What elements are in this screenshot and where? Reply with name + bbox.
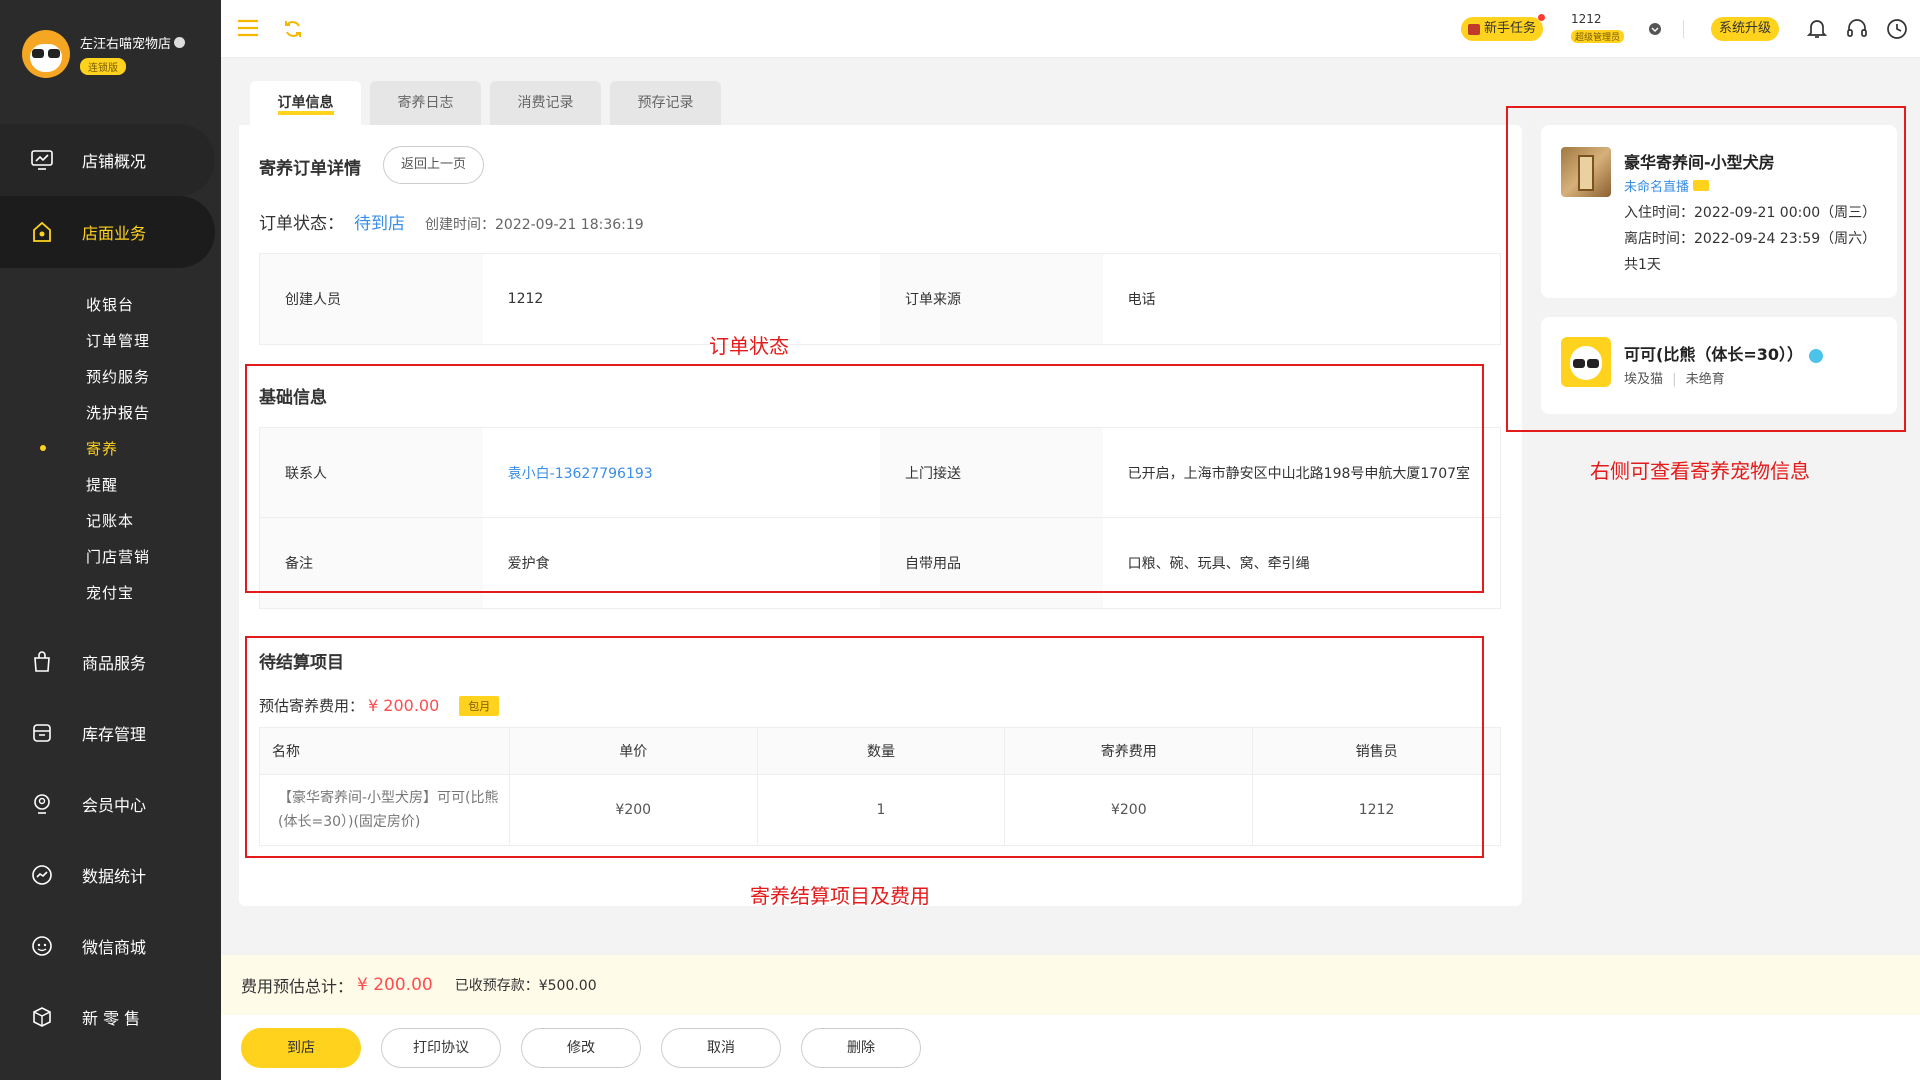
page-title: 寄养订单详情	[259, 159, 361, 179]
creator-value: 1212	[507, 291, 544, 307]
order-tabs: 订单信息 寄养日志 消费记录 预存记录	[250, 81, 730, 125]
creator-table: 创建人员 1212 订单来源 电话	[259, 253, 1501, 345]
gift-icon	[1468, 23, 1480, 35]
delete-button[interactable]: 删除	[801, 1028, 921, 1068]
active-dot	[40, 445, 46, 451]
cost-summary-bar: 费用预估总计： ¥ 200.00 已收预存款：¥500.00	[221, 955, 1920, 1015]
action-bar: 到店 打印协议 修改 取消 删除	[221, 1015, 1920, 1080]
status-badge: 待到店	[354, 214, 405, 234]
total-value: ¥ 200.00	[357, 975, 433, 995]
prepaid-amount: 已收预存款：¥500.00	[454, 978, 597, 994]
print-agreement-button[interactable]: 打印协议	[381, 1028, 501, 1068]
subnav-boarding[interactable]: 寄养	[86, 438, 118, 459]
nav-item-inventory[interactable]: 库存管理	[0, 697, 221, 769]
subnav-ledger[interactable]: 记账本	[86, 510, 134, 531]
cancel-button[interactable]: 取消	[661, 1028, 781, 1068]
store-brand: 左汪右喵宠物店 连锁版	[22, 30, 186, 78]
inventory-icon	[30, 721, 54, 745]
nav-label: 库存管理	[82, 725, 147, 744]
nav-item-overview[interactable]: 店铺概况	[0, 124, 221, 196]
clock-icon[interactable]	[1886, 18, 1908, 44]
subnav-grooming-report[interactable]: 洗护报告	[86, 402, 150, 423]
created-time: 创建时间：2022-09-21 18:36:19	[425, 217, 644, 233]
topbar: 新手任务 1212 超级管理员 系统升级	[221, 0, 1920, 58]
sidebar: 左汪右喵宠物店 连锁版 店铺概况 店面业务 收银台 订单管理 预约服务 洗护报告…	[0, 0, 221, 1080]
wechat-icon	[30, 934, 54, 958]
nav-item-goods[interactable]: 商品服务	[0, 626, 221, 698]
tab-label: 消费记录	[517, 95, 574, 111]
tab-consumption[interactable]: 消费记录	[490, 81, 601, 125]
goods-icon	[30, 650, 54, 674]
subnav-reminder[interactable]: 提醒	[86, 474, 118, 495]
dashboard-icon	[30, 148, 54, 172]
tab-label: 预存记录	[637, 95, 694, 111]
status-label: 订单状态：	[259, 214, 344, 234]
tab-prepaid[interactable]: 预存记录	[610, 81, 721, 125]
bell-icon[interactable]	[1806, 18, 1828, 44]
upgrade-label: 系统升级	[1719, 21, 1772, 36]
subnav-petpay[interactable]: 宠付宝	[86, 582, 134, 603]
tab-label: 订单信息	[277, 95, 334, 115]
subnav-booking[interactable]: 预约服务	[86, 366, 150, 387]
nav-label: 会员中心	[82, 796, 147, 815]
annotation-box-settle	[245, 636, 1484, 858]
nav-label: 店面业务	[82, 224, 147, 243]
store-tag: 连锁版	[80, 58, 126, 75]
member-icon	[30, 792, 54, 816]
nav-item-retail[interactable]: 新 零 售	[0, 981, 221, 1053]
creator-label: 创建人员	[260, 254, 483, 344]
tab-boarding-log[interactable]: 寄养日志	[370, 81, 481, 125]
nav-label: 新 零 售	[82, 1009, 141, 1028]
nav-item-store-business[interactable]: 店面业务	[0, 196, 215, 268]
store-name: 左汪右喵宠物店	[80, 37, 172, 52]
newbie-task-button[interactable]: 新手任务	[1461, 14, 1546, 41]
arrive-button[interactable]: 到店	[241, 1028, 361, 1068]
system-upgrade-button[interactable]: 系统升级	[1711, 17, 1780, 41]
nav-label: 商品服务	[82, 654, 147, 673]
back-button[interactable]: 返回上一页	[383, 146, 484, 184]
annotation-settle: 寄养结算项目及费用	[750, 884, 930, 908]
source-label: 订单来源	[880, 254, 1103, 344]
store-icon	[30, 220, 54, 244]
refresh-icon[interactable]	[283, 19, 303, 43]
annotation-box-basic	[245, 364, 1484, 593]
edit-button[interactable]: 修改	[521, 1028, 641, 1068]
nav-label: 店铺概况	[82, 152, 147, 171]
store-logo-icon	[22, 30, 70, 78]
subnav-marketing[interactable]: 门店营销	[86, 546, 150, 567]
retail-icon	[30, 1005, 54, 1029]
verified-icon	[174, 37, 186, 48]
status-row: 订单状态： 待到店 创建时间：2022-09-21 18:36:19	[259, 209, 644, 234]
annotation-pet: 右侧可查看寄养宠物信息	[1590, 459, 1810, 483]
tab-order-info[interactable]: 订单信息	[250, 81, 361, 125]
source-value: 电话	[1127, 292, 1156, 308]
user-role-badge: 超级管理员	[1571, 30, 1625, 43]
annotation-box-pet	[1506, 106, 1906, 432]
headset-icon[interactable]	[1846, 18, 1868, 44]
nav-item-member[interactable]: 会员中心	[0, 768, 221, 840]
subnav-orders[interactable]: 订单管理	[86, 330, 150, 351]
tab-label: 寄养日志	[397, 95, 454, 111]
newbie-task-label: 新手任务	[1484, 21, 1537, 36]
nav-item-stats[interactable]: 数据统计	[0, 839, 221, 911]
menu-icon[interactable]	[237, 19, 259, 41]
subnav-cashier[interactable]: 收银台	[86, 294, 134, 315]
divider	[1683, 20, 1684, 38]
user-name: 1212	[1571, 12, 1602, 26]
nav-item-wechat-mall[interactable]: 微信商城	[0, 910, 221, 982]
nav-label: 数据统计	[82, 867, 147, 886]
annotation-status: 订单状态	[709, 334, 789, 358]
notification-dot	[1538, 14, 1546, 21]
nav-label: 微信商城	[82, 938, 147, 957]
user-menu[interactable]: 1212 超级管理员	[1571, 12, 1625, 44]
total-label: 费用预估总计：	[241, 977, 354, 996]
chevron-down-icon[interactable]	[1648, 22, 1662, 40]
stats-icon	[30, 863, 54, 887]
